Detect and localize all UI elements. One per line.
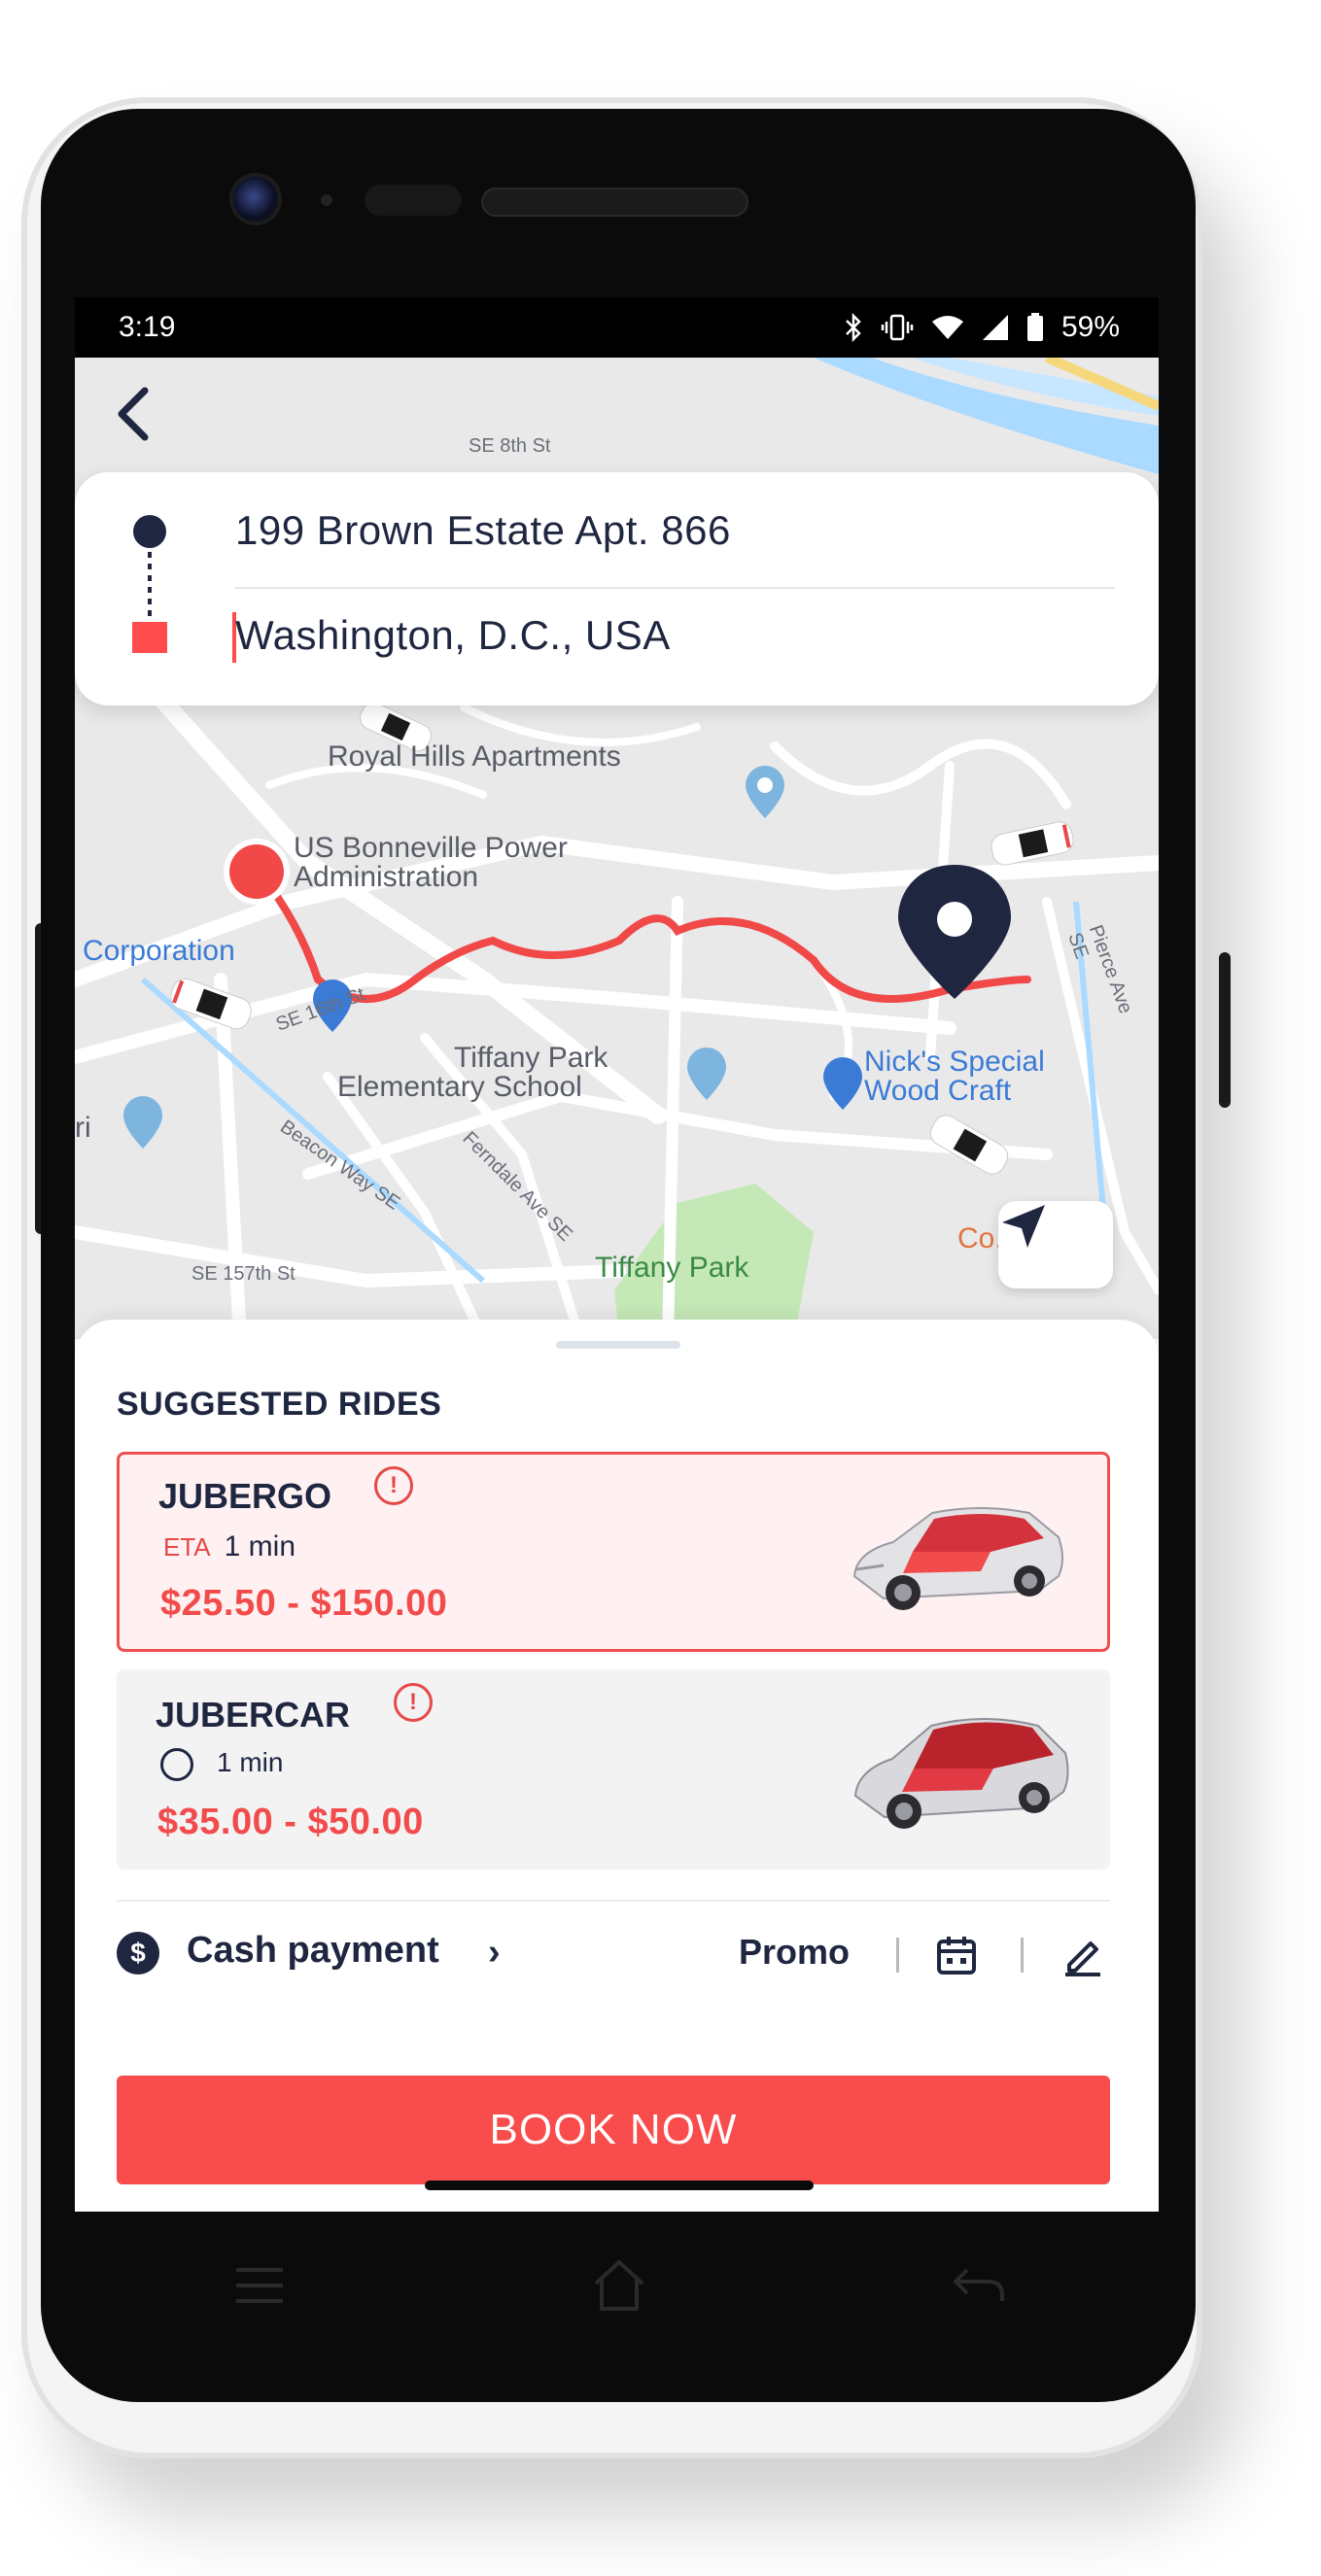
address-card: 199 Brown Estate Apt. 866 Washington, D.… <box>75 472 1159 705</box>
front-camera <box>233 177 278 222</box>
signal-icon <box>982 315 1008 340</box>
car-image <box>852 1507 1063 1610</box>
map-label-nicks: Nick's Special <box>864 1046 1045 1078</box>
ride-name: JUBERGO <box>158 1476 332 1516</box>
map-label-se-157th: SE 157th St <box>191 1263 295 1285</box>
origin-dot-icon <box>133 515 166 548</box>
proximity-sensor <box>365 185 462 216</box>
map-label-tiffany-school: Tiffany Park <box>454 1042 608 1074</box>
ride-price: $25.50 - $150.00 <box>160 1583 448 1624</box>
status-bar: 3:19 59% <box>75 297 1159 358</box>
wifi-icon <box>931 316 963 339</box>
car-image <box>853 1718 1069 1829</box>
chevron-left-icon <box>118 387 149 441</box>
android-nav-bar <box>75 2212 1159 2357</box>
map-label-ri: ri <box>75 1112 91 1144</box>
status-icons: 59% <box>844 311 1120 344</box>
earpiece-speaker <box>481 188 748 217</box>
back-button[interactable] <box>114 387 172 445</box>
sheet-grabber[interactable] <box>556 1341 680 1349</box>
bluetooth-icon <box>846 313 861 342</box>
calendar-icon[interactable] <box>933 1932 980 1978</box>
eta-value: 1 min <box>217 1747 284 1777</box>
edit-icon[interactable] <box>1060 1932 1106 1978</box>
ride-name: JUBERCAR <box>156 1695 351 1735</box>
destination-square-icon <box>132 622 167 653</box>
info-alert-icon[interactable]: ! <box>394 1683 433 1722</box>
back-arrow-icon[interactable] <box>940 2247 1018 2324</box>
suggested-rides-title: SUGGESTED RIDES <box>117 1386 442 1423</box>
power-button <box>1219 952 1231 1108</box>
route-map[interactable]: SE 8th St Royal Hills Apartments US Bonn… <box>75 358 1159 1339</box>
map-label-corporation: Corporation <box>83 935 235 967</box>
navigation-arrow-icon <box>1002 1205 1045 1248</box>
ride-eta: ETA 1 min <box>163 1530 295 1563</box>
map-label-royal-hills: Royal Hills Apartments <box>328 740 621 773</box>
status-time: 3:19 <box>119 311 176 343</box>
map-label-tiffany-park: Tiffany Park <box>595 1252 749 1284</box>
dollar-icon: $ <box>117 1932 159 1975</box>
payment-method-button[interactable]: Cash payment <box>187 1930 439 1972</box>
route-dotted-line <box>148 552 152 620</box>
map-label-tiffany-school-2: Elementary School <box>337 1071 582 1103</box>
sensor <box>321 194 332 206</box>
vibrate-icon <box>881 314 914 341</box>
divider <box>117 1900 1110 1902</box>
ride-eta: 1 min <box>160 1747 283 1781</box>
destination-input[interactable]: Washington, D.C., USA <box>235 612 671 659</box>
separator <box>896 1938 899 1973</box>
map-label-bonneville: US Bonneville Power <box>294 832 568 864</box>
ride-option-jubergo[interactable]: JUBERGO ! ETA 1 min $25.50 - $150.00 <box>117 1452 1110 1652</box>
home-indicator <box>425 2181 814 2190</box>
battery-icon <box>1026 313 1043 341</box>
eta-tag: ETA <box>163 1532 211 1562</box>
book-now-button[interactable]: BOOK NOW <box>117 2076 1110 2184</box>
battery-level: 59% <box>1060 311 1120 343</box>
map-label-se-8th: SE 8th St <box>469 435 551 457</box>
map-label-bonneville-2: Administration <box>294 861 479 893</box>
promo-button[interactable]: Promo <box>739 1932 850 1973</box>
payment-row: $ Cash payment › Promo <box>117 1924 1110 1982</box>
map-label-nicks-2: Wood Craft <box>864 1075 1012 1107</box>
clock-icon <box>160 1747 193 1781</box>
rides-bottom-sheet: SUGGESTED RIDES JUBERGO ! ETA 1 min $25.5… <box>75 1320 1159 2212</box>
eta-value: 1 min <box>224 1530 295 1563</box>
menu-icon[interactable] <box>221 2247 298 2324</box>
app-screen: 3:19 59% SE 8th St Royal Hills Apartment… <box>75 297 1159 2212</box>
info-alert-icon[interactable]: ! <box>374 1466 413 1505</box>
address-divider <box>235 587 1115 589</box>
separator <box>1021 1938 1024 1973</box>
ride-price: $35.00 - $50.00 <box>157 1802 424 1842</box>
home-icon[interactable] <box>580 2247 658 2324</box>
ride-option-jubercar[interactable]: JUBERCAR ! 1 min $35.00 - $50.00 <box>117 1669 1110 1870</box>
origin-address[interactable]: 199 Brown Estate Apt. 866 <box>235 507 731 554</box>
chevron-right-icon[interactable]: › <box>488 1932 501 1974</box>
my-location-button[interactable] <box>998 1201 1113 1288</box>
